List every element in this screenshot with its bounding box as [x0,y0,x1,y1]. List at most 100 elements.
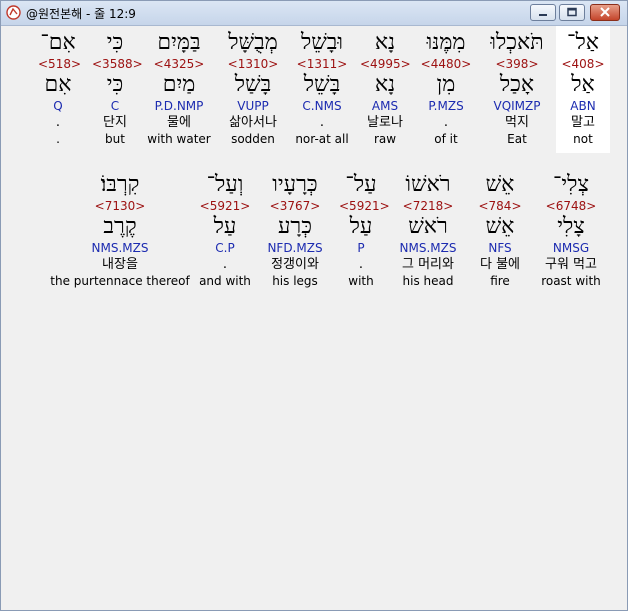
strong-number: <6748> [545,199,597,213]
interlinear-word[interactable]: רֹאשׁוֹ <7218> רֹאשׁ NMS.MZS 그 머리와 his head [391,172,465,289]
lemma-word: מַיִם [162,72,196,97]
lemma-word: כְּרָע [277,214,312,239]
strong-number: <4325> [153,57,205,71]
parsing-code: P.D.NMP [154,99,204,113]
korean-gloss: 다 불에 [479,257,520,272]
lemma-word: אָכַל [499,72,535,97]
strong-number: <3588> [92,57,143,71]
lemma-word: אֵשׁ [485,214,515,239]
hebrew-word: כְּרָעָיו [272,172,318,197]
hebrew-word: אֵשׁ [485,172,515,197]
maximize-button[interactable] [559,4,585,21]
parsing-code: NMSG [552,241,590,255]
interlinear-word[interactable]: קִרְבּוֹ׃ <7130> קֶרֶב NMS.MZS 내장을 the purten… [50,172,190,289]
interlinear-word[interactable]: כִּי <3588> כִּי C 단지 but [92,30,143,147]
interlinear-word[interactable]: עַל־ <5921> עַל P. with [339,172,390,289]
interlinear-word[interactable]: אַל־ <408> אַל ABN 말고 not [556,26,610,153]
hebrew-word: צְלִי־ [552,172,589,197]
hebrew-word: אִם־ [40,30,76,55]
hebrew-word: מִמֶּנּוּ [426,30,466,55]
interlinear-word[interactable]: כְּרָעָיו <3767> כְּרָע NFD.MZS 정갱이와 his legs [259,172,331,289]
hebrew-word: עַל־ [345,172,377,197]
lemma-word: עַל [213,214,237,239]
strong-number: <398> [495,57,539,71]
korean-gloss: . [358,257,364,272]
parsing-code: ABN [570,99,596,113]
strong-number: <1311> [296,57,348,71]
close-icon [600,7,610,17]
interlinear-word[interactable]: אֵשׁ <784> אֵשׁ NFS 다 불에 fire [473,172,527,289]
english-gloss: . [56,132,60,146]
hebrew-word: וְעַל־ [206,172,244,197]
parsing-code: C.P [215,241,235,255]
interlinear-word[interactable]: וּבָשֵׁל <1311> בָּשֵׁל C.NMS. nor-at all [289,30,355,147]
hebrew-word: אַל־ [567,30,599,55]
lemma-word: עַל [349,214,373,239]
window-title: @원전본해 - 줄 12:9 [26,7,136,21]
hebrew-word: בַּמָּיִם [157,30,201,55]
parsing-code: C.NMS [302,99,342,113]
korean-gloss: 말고 [571,115,595,130]
korean-gloss: 먹지 [505,115,529,130]
lemma-word: בָּשֵׁל [303,72,341,97]
english-gloss: raw [373,132,397,146]
lemma-word: מִן [436,72,456,97]
interlinear-word[interactable]: צְלִי־ <6748> צָלִי NMSG 구워 먹고 roast with [535,172,607,289]
strong-number: <7218> [402,199,454,213]
app-window: @원전본해 - 줄 12:9 אַל־ <408> אַל ABN 말고 not תֹּאכ… [0,0,628,611]
lemma-word: צָלִי [557,214,585,239]
parsing-code: NMS.MZS [399,241,457,255]
parsing-code: NMS.MZS [91,241,149,255]
parsing-code: C [110,99,120,113]
interlinear-word[interactable]: מִמֶּנּוּ <4480> מִן P.MZS. of it [415,30,477,147]
strong-number: <518> [38,57,82,71]
parsing-code: VUPP [237,99,269,113]
parsing-code: Q [53,99,63,113]
english-gloss: roast with [541,274,601,288]
english-gloss: with water [147,132,211,146]
close-button[interactable] [590,4,620,21]
hebrew-word: מְבֻשָּׁל [228,30,278,55]
english-gloss: of it [434,132,458,146]
title-bar[interactable]: @원전본해 - 줄 12:9 [1,1,627,26]
english-gloss: sodden [231,132,275,146]
english-gloss: Eat [507,132,527,146]
parsing-code: P.MZS [428,99,464,113]
korean-gloss: 구워 먹고 [545,257,597,272]
interlinear-word[interactable]: נָא <4995> נָא AMS 날로나 raw [360,30,411,147]
english-gloss: the purtennace thereof [50,274,190,288]
lemma-word: קֶרֶב [103,214,137,239]
hebrew-word: קִרְבּוֹ׃ [100,172,140,197]
interlinear-word[interactable]: אִם־ <518> אִם Q.. [38,30,82,147]
parsing-code: NFS [488,241,512,255]
strong-number: <4995> [360,57,411,71]
english-gloss: with [348,274,374,288]
hebrew-word: רֹאשׁוֹ [405,172,451,197]
lemma-word: כִּי [106,72,124,97]
strong-number: <7130> [94,199,146,213]
interlinear-word[interactable]: מְבֻשָּׁל <1310> בָּשַׁל VUPP 삶아서나 sodden [217,30,289,147]
korean-gloss: 정갱이와 [271,257,319,272]
korean-gloss: 그 머리와 [402,257,454,272]
hebrew-word: נָא [374,30,396,55]
korean-gloss: . [222,257,228,272]
parsing-code: NFD.MZS [267,241,323,255]
parsing-code: P [357,241,365,255]
hebrew-word: תֹּאכְלוּ [490,30,544,55]
strong-number: <5921> [339,199,390,213]
strong-number: <4480> [420,57,472,71]
lemma-word: אַל [571,72,595,97]
interlinear-word[interactable]: וְעַל־ <5921> עַל C.P. and with [195,172,255,289]
maximize-icon [567,7,577,17]
strong-number: <408> [561,57,605,71]
minimize-icon [539,14,547,16]
strong-number: <3767> [269,199,321,213]
interlinear-panel: אַל־ <408> אַל ABN 말고 not תֹּאכְלוּ <398> אָכַל V… [1,26,627,610]
minimize-button[interactable] [530,4,556,21]
korean-gloss: 물에 [167,115,191,130]
korean-gloss: 날로나 [367,115,403,130]
korean-gloss: 내장을 [102,257,138,272]
interlinear-word[interactable]: תֹּאכְלוּ <398> אָכַל VQIMZP 먹지 Eat [484,30,550,147]
english-gloss: his head [402,274,454,288]
interlinear-word[interactable]: בַּמָּיִם <4325> מַיִם P.D.NMP 물에 with water [142,30,216,147]
